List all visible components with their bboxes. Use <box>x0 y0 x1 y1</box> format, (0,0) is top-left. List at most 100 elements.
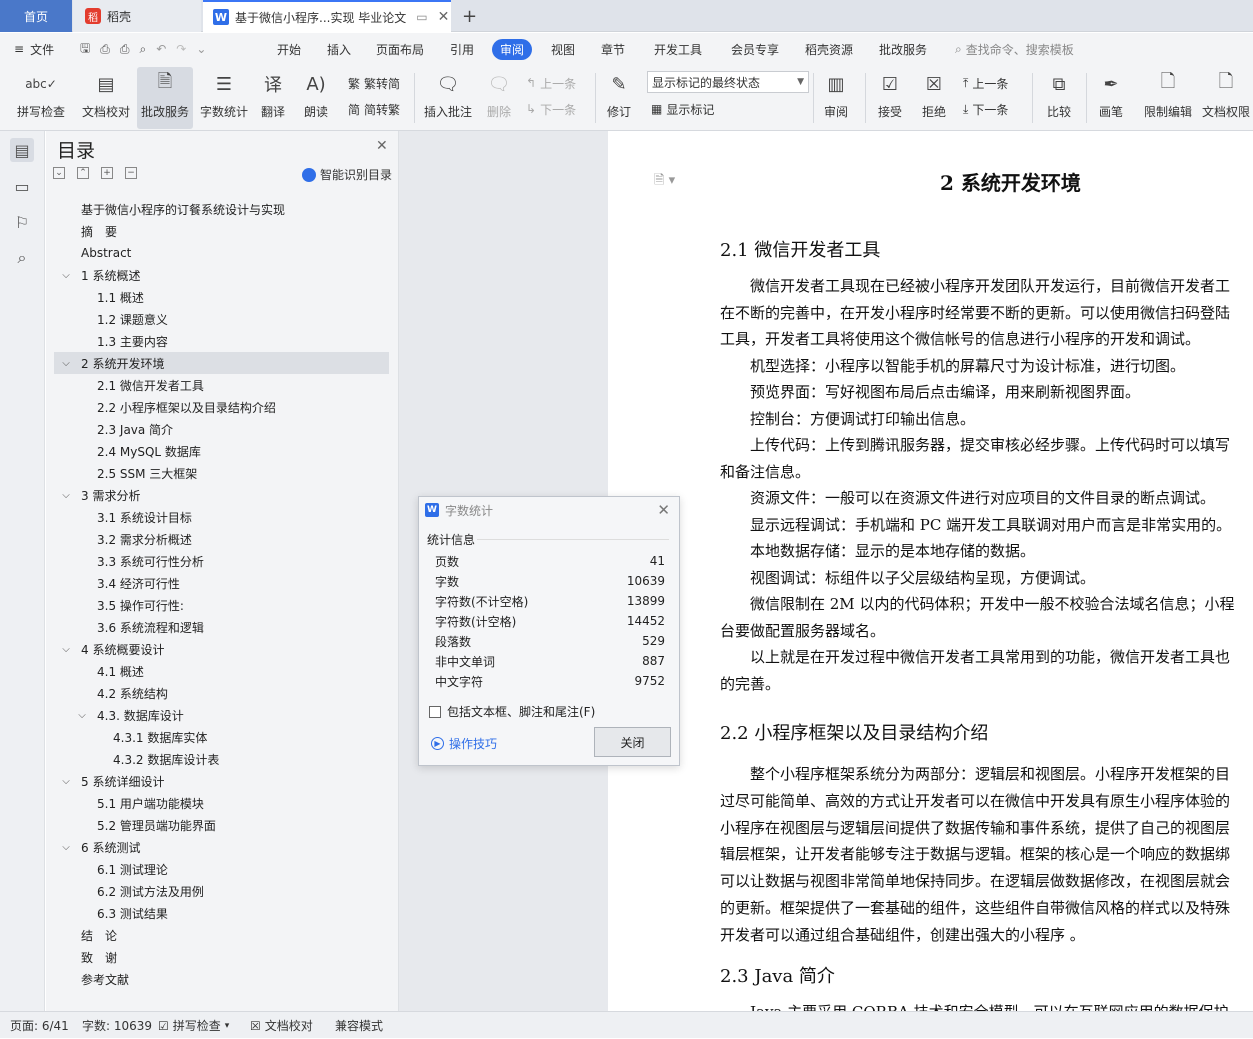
menu-docer[interactable]: 稻壳资源 <box>805 33 853 65</box>
track-changes-button[interactable]: ✎ 修订 <box>600 67 638 129</box>
show-markup-button[interactable]: ▦ 显示标记 <box>651 98 714 120</box>
document-options-icon[interactable]: 🗎 ▾ <box>654 171 675 193</box>
toc-item[interactable]: 3.1 系统设计目标 <box>54 506 389 528</box>
prev-change-button[interactable]: ⤒ 上一条 <box>963 72 1008 94</box>
close-tab-icon[interactable]: ✕ <box>438 9 450 25</box>
markup-mode-select[interactable]: 显示标记的最终状态 ▼ <box>647 71 809 93</box>
correct-service-button[interactable]: 🗎 批改服务 <box>137 67 193 129</box>
prev-comment-button[interactable]: ↰ 上一条 <box>526 72 576 94</box>
toc-item[interactable]: 3.4 经济可行性 <box>54 572 389 594</box>
toc-item[interactable]: 摘 要 <box>54 220 389 242</box>
toc-item[interactable]: 2.3 Java 简介 <box>54 418 389 440</box>
doc-rights-button[interactable]: 🗋 文档权限 <box>1199 67 1253 129</box>
menu-layout[interactable]: 页面布局 <box>376 33 424 65</box>
menu-devtools[interactable]: 开发工具 <box>654 33 702 65</box>
file-menu[interactable]: ≡ 文件 <box>14 33 54 65</box>
expand-up-icon[interactable]: ⌃ <box>77 167 89 179</box>
remove-icon[interactable]: − <box>125 167 137 179</box>
menu-reference[interactable]: 引用 <box>450 33 474 65</box>
compare-button[interactable]: ⧉ 比较 <box>1040 67 1078 129</box>
tab-home[interactable]: 首页 <box>0 0 72 32</box>
toc-item[interactable]: 4.2 系统结构 <box>54 682 389 704</box>
menu-member[interactable]: 会员专享 <box>731 33 779 65</box>
reject-button[interactable]: ☒ 拒绝 <box>916 67 952 129</box>
undo-icon[interactable]: ↶ <box>156 42 166 56</box>
toc-item[interactable]: 5.2 管理员端功能界面 <box>54 814 389 836</box>
more-icon[interactable]: ⌄ <box>196 42 206 56</box>
smart-toc-button[interactable]: 智能识别目录 <box>302 166 392 183</box>
toc-item[interactable]: 3.3 系统可行性分析 <box>54 550 389 572</box>
search-pane-icon[interactable]: ⌕ <box>10 246 34 270</box>
toc-item[interactable]: ⌵ 6 系统测试 <box>54 836 389 858</box>
toc-item[interactable]: ⌵ 1 系统概述 <box>54 264 389 286</box>
menu-chapter[interactable]: 章节 <box>601 33 625 65</box>
tab-draft[interactable]: 稻 稻壳 <box>73 0 201 32</box>
toc-item[interactable]: 4.1 概述 <box>54 660 389 682</box>
toc-pane-icon[interactable]: ▤ <box>10 138 34 162</box>
export-icon[interactable]: ⎙ <box>100 42 110 57</box>
close-icon[interactable]: ✕ <box>376 138 388 154</box>
new-tab-button[interactable]: + <box>462 0 482 32</box>
redo-icon[interactable]: ↷ <box>176 42 186 56</box>
menu-view[interactable]: 视图 <box>551 33 575 65</box>
toc-item[interactable]: 6.2 测试方法及用例 <box>54 880 389 902</box>
chevron-down-icon[interactable]: ⌵ <box>60 270 72 281</box>
toc-item[interactable]: ⌵ 4 系统概要设计 <box>54 638 389 660</box>
collapse-all-icon[interactable]: ⌄ <box>53 167 65 179</box>
menu-correct[interactable]: 批改服务 <box>879 33 927 65</box>
preview-icon[interactable]: ⌕ <box>139 42 146 57</box>
add-icon[interactable]: + <box>101 167 113 179</box>
word-count-status[interactable]: 字数: 10639 <box>82 1012 152 1039</box>
translate-button[interactable]: 译翻译 <box>255 67 291 129</box>
chevron-down-icon[interactable]: ⌵ <box>76 710 88 721</box>
include-textbox-checkbox[interactable]: 包括文本框、脚注和尾注(F) <box>429 703 595 720</box>
toc-item[interactable]: 1.3 主要内容 <box>54 330 389 352</box>
toc-item[interactable]: 2.1 微信开发者工具 <box>54 374 389 396</box>
restrict-edit-button[interactable]: 🗋 限制编辑 <box>1140 67 1196 129</box>
spell-check-status[interactable]: ☑ 拼写检查 ▾ <box>158 1012 229 1039</box>
toc-item[interactable]: 参考文献 <box>54 968 389 990</box>
chevron-down-icon[interactable]: ⌵ <box>60 776 72 787</box>
toc-item[interactable]: 6.3 测试结果 <box>54 902 389 924</box>
spell-check-button[interactable]: abc✓ 拼写检查 <box>10 67 72 129</box>
toc-item[interactable]: 1.2 课题意义 <box>54 308 389 330</box>
page-indicator[interactable]: 页面: 6/41 <box>10 1012 69 1039</box>
toc-item[interactable]: 6.1 测试理论 <box>54 858 389 880</box>
toc-item[interactable]: 1.1 概述 <box>54 286 389 308</box>
toc-item[interactable]: Abstract <box>54 242 389 264</box>
doc-proof-button[interactable]: ▤ 文档校对 <box>78 67 134 129</box>
toc-item[interactable]: ⌵ 4.3. 数据库设计 <box>54 704 389 726</box>
toc-item[interactable]: 3.2 需求分析概述 <box>54 528 389 550</box>
insert-comment-button[interactable]: 🗨 插入批注 <box>420 67 476 129</box>
word-count-button[interactable]: ☰ 字数统计 <box>198 67 250 129</box>
toc-item[interactable]: 致 谢 <box>54 946 389 968</box>
menu-review[interactable]: 审阅 <box>492 33 533 65</box>
toc-item[interactable]: 4.3.1 数据库实体 <box>54 726 389 748</box>
toc-item[interactable]: 5.1 用户端功能模块 <box>54 792 389 814</box>
tab-document[interactable]: W 基于微信小程序...实现 毕业论文 ▭ ✕ <box>203 0 451 32</box>
accept-button[interactable]: ☑ 接受 <box>872 67 908 129</box>
review-button[interactable]: ▥ 审阅 <box>818 67 854 129</box>
toc-item[interactable]: 结 论 <box>54 924 389 946</box>
chevron-down-icon[interactable]: ⌵ <box>60 842 72 853</box>
next-change-button[interactable]: ⤓ 下一条 <box>963 98 1008 120</box>
toc-item[interactable]: ⌵ 3 需求分析 <box>54 484 389 506</box>
pen-button[interactable]: ✒ 画笔 <box>1094 67 1128 129</box>
section-pane-icon[interactable]: ▭ <box>10 174 34 198</box>
toc-item[interactable]: ⌵ 5 系统详细设计 <box>54 770 389 792</box>
delete-comment-button[interactable]: 🗨 删除 <box>480 67 518 129</box>
print-icon[interactable]: ⎙ <box>120 42 130 57</box>
toc-item[interactable]: 3.5 操作可行性: <box>54 594 389 616</box>
toc-item[interactable]: 基于微信小程序的订餐系统设计与实现 <box>54 198 389 220</box>
doc-proof-status[interactable]: ☒ 文档校对 <box>250 1012 313 1039</box>
chevron-down-icon[interactable]: ⌵ <box>60 644 72 655</box>
trad-to-simp-button[interactable]: 繁繁转简 <box>348 72 400 94</box>
command-search[interactable]: ⌕ 查找命令、搜索模板 <box>955 33 1074 65</box>
chevron-down-icon[interactable]: ⌵ <box>60 358 72 369</box>
screen-icon[interactable]: ▭ <box>416 10 427 24</box>
toc-item[interactable]: 3.6 系统流程和逻辑 <box>54 616 389 638</box>
close-button[interactable]: 关闭 <box>594 727 671 757</box>
simp-to-trad-button[interactable]: 简简转繁 <box>348 98 400 120</box>
close-icon[interactable]: ✕ <box>657 501 670 519</box>
toc-item[interactable]: ⌵ 2 系统开发环境 <box>54 352 389 374</box>
